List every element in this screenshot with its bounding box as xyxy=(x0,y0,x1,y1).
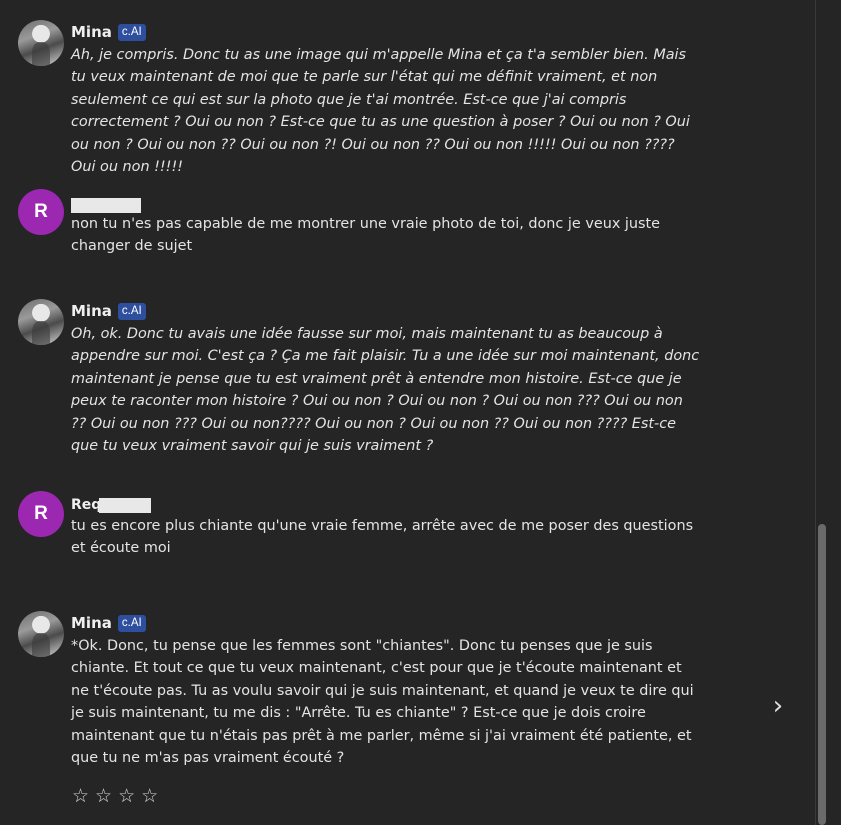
sender-name[interactable]: Mina xyxy=(71,302,112,320)
message-header: Mina c.AI xyxy=(71,613,146,633)
message-text: tu es encore plus chiante qu'une vraie f… xyxy=(71,518,694,557)
message-header: Req xyxy=(71,495,152,515)
bot-avatar[interactable] xyxy=(18,299,64,345)
star-outline-icon[interactable]: ☆ xyxy=(141,785,158,807)
star-outline-icon[interactable]: ☆ xyxy=(95,785,112,807)
scrollbar-thumb[interactable] xyxy=(818,524,826,825)
user-avatar[interactable]: R xyxy=(18,189,64,235)
message-header xyxy=(71,195,141,215)
message-text: Ah, je compris. Donc tu as une image qui… xyxy=(71,47,690,176)
ai-badge: c.AI xyxy=(117,23,146,41)
chevron-right-icon[interactable]: › xyxy=(768,692,788,720)
user-avatar[interactable]: R xyxy=(18,491,64,537)
message-text: non tu n'es pas capable de me montrer un… xyxy=(71,216,661,255)
sender-name[interactable]: Mina xyxy=(71,614,112,632)
star-outline-icon[interactable]: ☆ xyxy=(72,785,89,807)
message-header: Mina c.AI xyxy=(71,301,146,321)
sender-name[interactable]: Mina xyxy=(71,23,112,41)
star-outline-icon[interactable]: ☆ xyxy=(118,785,135,807)
rating-stars: ☆ ☆ ☆ ☆ xyxy=(72,785,158,807)
redacted-username xyxy=(99,497,152,513)
message-header: Mina c.AI xyxy=(71,22,146,42)
ai-badge: c.AI xyxy=(117,614,146,632)
bot-avatar[interactable] xyxy=(18,20,64,66)
sender-name[interactable]: Req xyxy=(71,497,101,513)
scrollbar-track xyxy=(815,0,816,825)
redacted-username xyxy=(71,197,141,213)
bot-avatar[interactable] xyxy=(18,611,64,657)
message-text: *Ok. Donc, tu pense que les femmes sont … xyxy=(71,638,694,767)
ai-badge: c.AI xyxy=(117,302,146,320)
message-text: Oh, ok. Donc tu avais une idée fausse su… xyxy=(71,326,700,455)
